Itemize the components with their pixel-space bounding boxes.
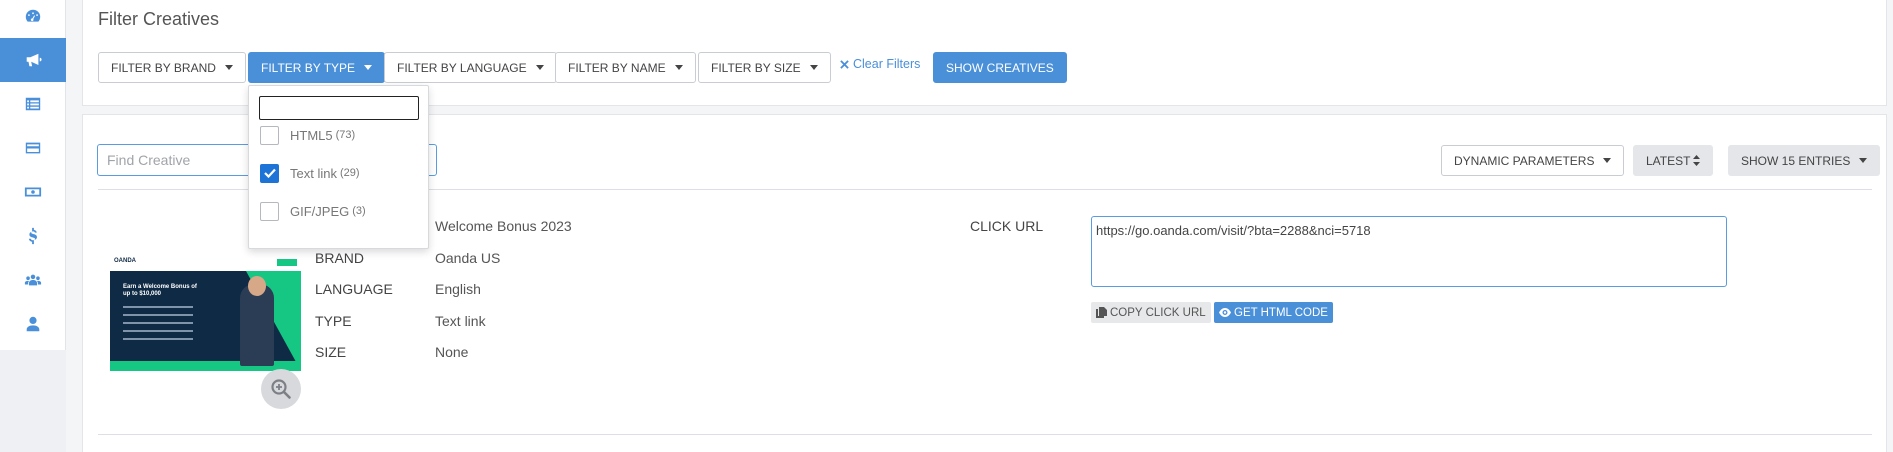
click-url-label: Click URL [970, 218, 1044, 234]
show-creatives-button[interactable]: Show Creatives [933, 52, 1067, 83]
filter-by-name-button[interactable]: Filter by name [555, 52, 696, 83]
click-url-field[interactable]: https://go.oanda.com/visit/?bta=2288&nci… [1091, 216, 1727, 287]
type-label: Type [315, 313, 352, 329]
copy-click-url-label: Copy click URL [1110, 306, 1206, 319]
type-filter-search-input[interactable] [259, 96, 419, 120]
list-icon [25, 97, 41, 111]
show-entries-button[interactable]: Show 15 entries [1728, 145, 1881, 176]
language-label: Language [315, 281, 393, 297]
sort-latest-label: Latest [1646, 153, 1691, 168]
type-option-label: GIF/JPEG [290, 203, 350, 219]
thumbnail-header: OANDA [110, 254, 301, 271]
show-creatives-label: Show Creatives [946, 60, 1054, 75]
thumbnail-person [240, 284, 274, 366]
caret-down-icon [364, 65, 373, 70]
clear-filters-label: Clear Filters [853, 57, 921, 71]
type-option-count: (29) [339, 167, 360, 179]
sort-icon [1693, 155, 1701, 166]
thumbnail-logo: OANDA [114, 258, 136, 264]
type-option-count: (73) [335, 129, 356, 141]
sidebar-item-commissions[interactable] [0, 214, 66, 258]
clear-filters-link[interactable]: Clear Filters [840, 57, 920, 71]
divider [98, 434, 1872, 435]
dollar-icon [28, 227, 37, 245]
zoom-preview-button[interactable] [261, 369, 301, 409]
type-option-text-link[interactable]: Text link (29) [260, 162, 360, 184]
filter-by-size-button[interactable]: Filter by size [698, 52, 831, 83]
caret-down-icon [1603, 158, 1612, 163]
sidebar-item-subaffiliates[interactable] [0, 258, 66, 302]
brand-value: Oanda US [435, 250, 501, 266]
filter-by-type-button[interactable]: Filter by type [248, 52, 386, 83]
show-entries-label: Show 15 entries [1741, 153, 1851, 168]
size-value: None [435, 344, 469, 360]
checkbox-checked[interactable] [260, 163, 279, 183]
type-option-html5[interactable]: HTML5 (73) [260, 124, 355, 146]
creative-thumbnail[interactable]: OANDA Earn a Welcome Bonus of up to $10,… [110, 254, 301, 371]
close-icon [840, 59, 849, 69]
user-icon [26, 316, 40, 332]
filter-by-language-label: Filter by language [397, 60, 527, 75]
creative-name-value: Welcome Bonus 2023 [435, 218, 572, 234]
users-icon [24, 274, 42, 286]
sidebar-footer [0, 350, 66, 452]
type-option-label: HTML5 [290, 127, 333, 143]
caret-down-icon [1859, 158, 1868, 163]
sidebar-item-reports[interactable] [0, 82, 66, 126]
copy-icon [1096, 307, 1107, 318]
filter-by-type-label: Filter by type [261, 60, 356, 75]
filter-by-name-label: Filter by name [568, 60, 666, 75]
filter-by-size-label: Filter by size [711, 60, 801, 75]
eye-icon [1219, 308, 1231, 317]
megaphone-icon [26, 53, 42, 67]
thumbnail-person-head [248, 276, 266, 296]
type-filter-dropdown: HTML5 (73) Text link (29) GIF/JPEG (3) [248, 85, 429, 249]
credit-card-icon [25, 142, 41, 154]
type-value: Text link [435, 313, 486, 329]
copy-click-url-button[interactable]: Copy click URL [1091, 302, 1211, 323]
money-bill-icon [24, 187, 42, 197]
check-icon [263, 168, 276, 178]
sidebar-item-payments[interactable] [0, 126, 66, 170]
type-option-gif-jpeg[interactable]: GIF/JPEG (3) [260, 200, 366, 222]
get-html-code-button[interactable]: Get HTML code [1214, 302, 1333, 323]
zoom-in-icon [271, 379, 291, 399]
dashboard-icon [25, 9, 41, 22]
language-value: English [435, 281, 481, 297]
type-option-label: Text link [290, 165, 337, 181]
thumbnail-cta [277, 259, 297, 266]
thumbnail-body-lines [123, 306, 193, 346]
filter-by-brand-label: Filter by brand [111, 60, 216, 75]
sort-latest-button[interactable]: Latest [1633, 145, 1714, 176]
brand-label: Brand [315, 250, 365, 266]
dynamic-parameters-label: Dynamic parameters [1454, 153, 1595, 168]
sidebar-item-profile[interactable] [0, 302, 66, 346]
checkbox[interactable] [260, 201, 279, 221]
type-option-count: (3) [352, 205, 366, 217]
caret-down-icon [224, 65, 233, 70]
size-label: Size [315, 344, 347, 360]
filter-by-language-button[interactable]: Filter by language [384, 52, 557, 83]
thumbnail-headline: Earn a Welcome Bonus of up to $10,000 [123, 284, 197, 297]
get-html-code-label: Get HTML code [1234, 306, 1328, 319]
checkbox[interactable] [260, 125, 279, 145]
filter-by-brand-button[interactable]: Filter by brand [98, 52, 246, 83]
dynamic-parameters-button[interactable]: Dynamic parameters [1441, 145, 1625, 176]
sidebar-item-dashboard[interactable] [0, 0, 66, 38]
sidebar [0, 0, 66, 452]
page-title: Filter Creatives [98, 9, 220, 29]
sidebar-item-creatives[interactable] [0, 38, 66, 82]
sidebar-item-earnings[interactable] [0, 170, 66, 214]
caret-down-icon [809, 65, 818, 70]
caret-down-icon [535, 65, 544, 70]
caret-down-icon [674, 65, 683, 70]
